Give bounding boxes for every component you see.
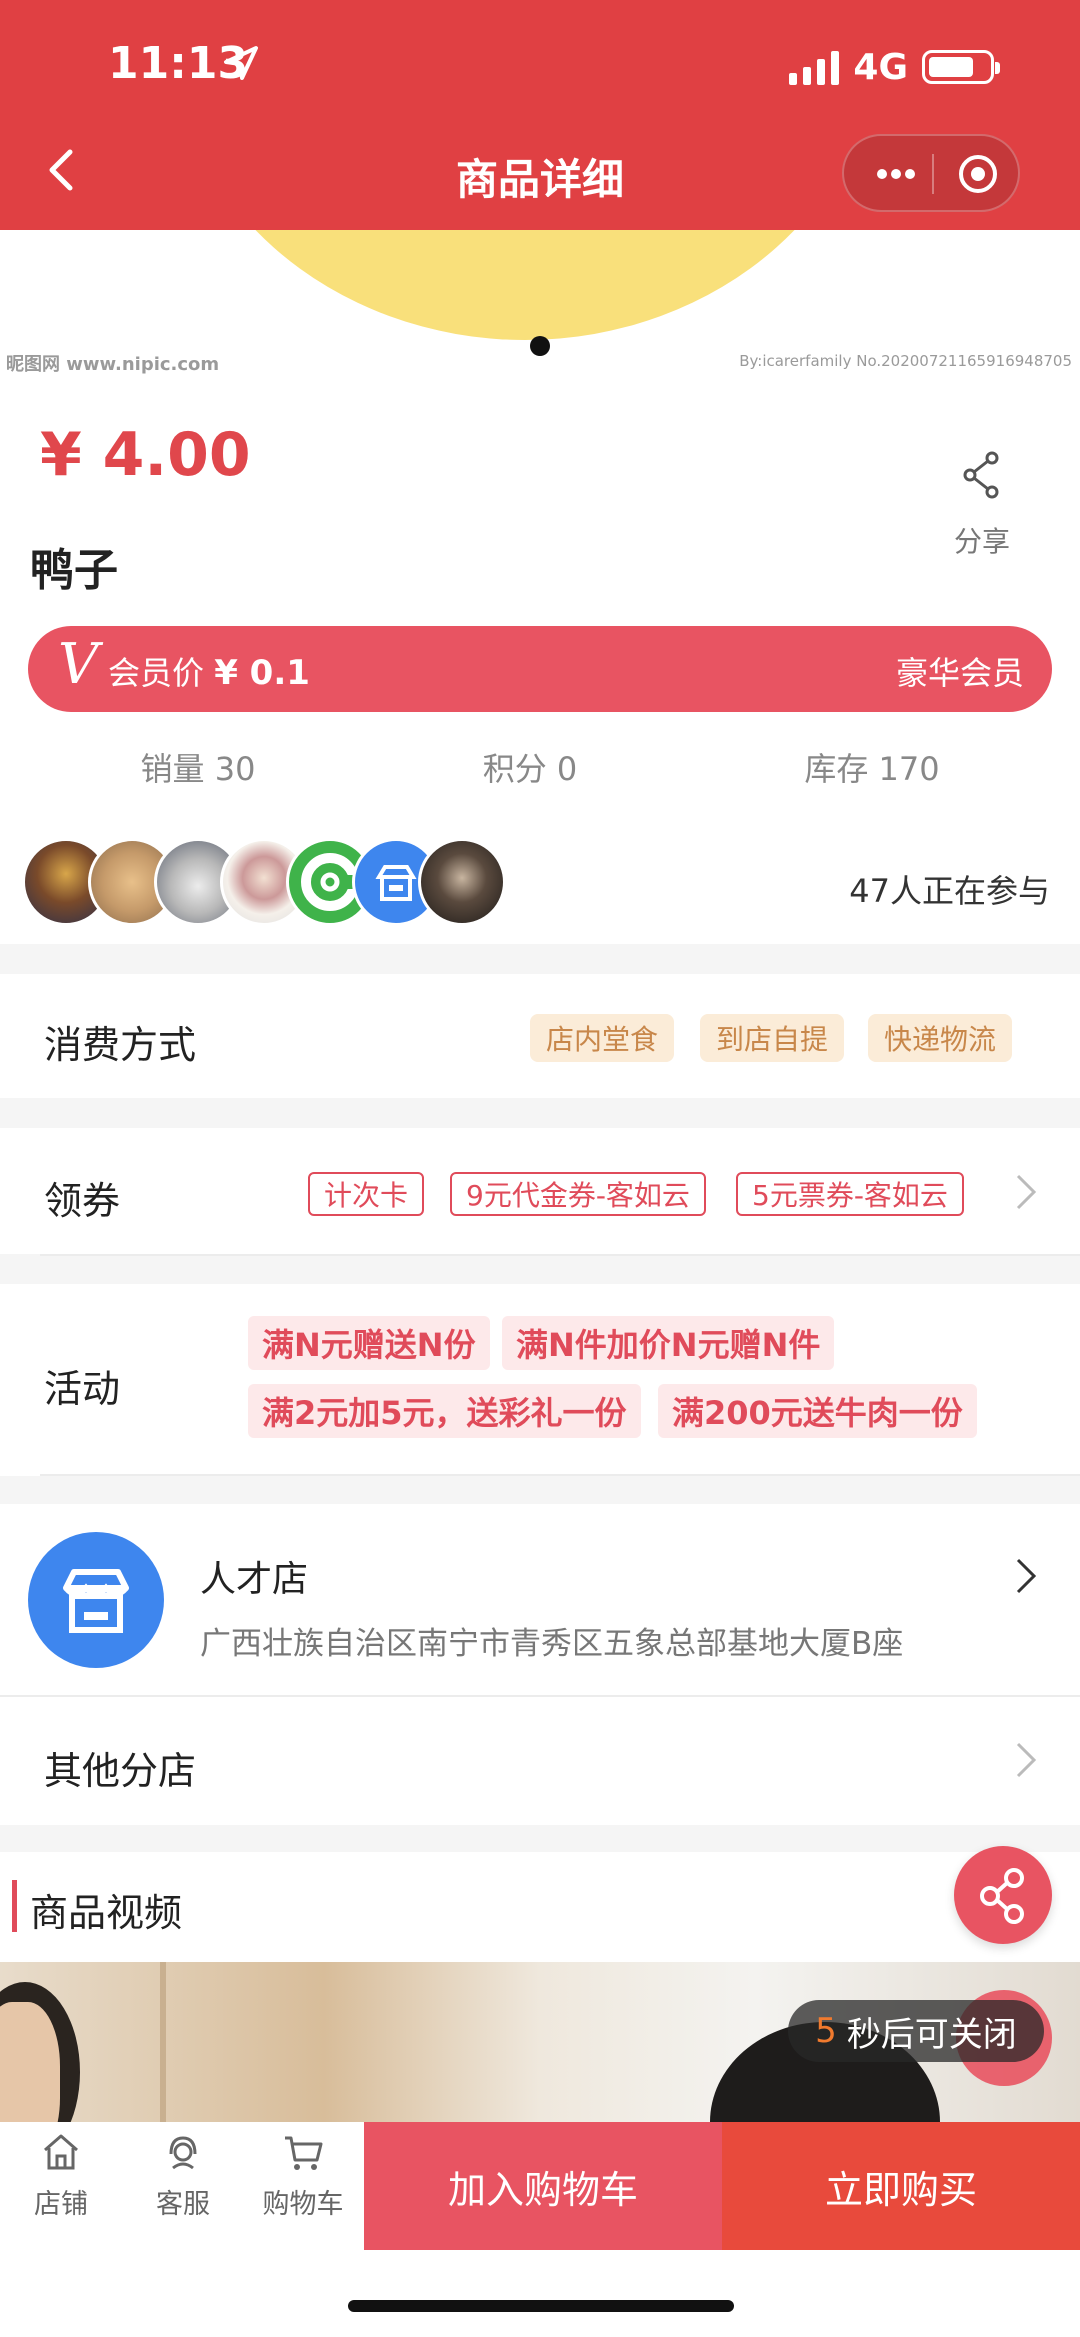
cart-icon [285, 2136, 323, 2170]
chevron-right-icon[interactable] [1012, 1740, 1040, 1780]
product-image-shape [170, 230, 880, 340]
avatar [418, 838, 506, 926]
share-label[interactable]: 分享 [944, 520, 1020, 560]
video-title: 商品视频 [30, 1891, 183, 1935]
activity-tag: 满2元加5元，送彩礼一份 [248, 1384, 641, 1438]
points-count: 积分 0 [482, 750, 578, 788]
home-indicator-area [0, 2250, 1080, 2337]
participant-avatars [22, 838, 506, 928]
buy-now-button[interactable]: 立即购买 [722, 2122, 1080, 2250]
chevron-right-icon[interactable] [1012, 1556, 1040, 1596]
watermark-left: 昵图网 www.nipic.com [6, 354, 220, 375]
sales-count: 销量 30 [140, 750, 256, 788]
stock-count: 库存 170 [804, 750, 940, 788]
activity-label: 活动 [44, 1367, 121, 1411]
vip-icon: V [58, 632, 99, 697]
battery-icon [922, 50, 1000, 84]
countdown-text: 秒后可关闭 [846, 2014, 1017, 2055]
tab-label: 购物车 [262, 2189, 344, 2220]
countdown-seconds: 5 [815, 2011, 837, 2051]
location-arrow-icon [222, 44, 262, 88]
participants-count: 47人正在参与 [849, 872, 1050, 910]
tab-label: 店铺 [34, 2189, 88, 2220]
tab-cart[interactable]: 购物车 [248, 2130, 358, 2221]
divider [40, 1474, 1080, 1476]
home-indicator[interactable] [348, 2300, 734, 2312]
video-frame-shape [160, 1962, 166, 2122]
activity-tag: 满200元送牛肉一份 [658, 1384, 977, 1438]
share-icon[interactable] [960, 450, 1004, 500]
consume-tag: 到店自提 [700, 1014, 845, 1062]
divider [40, 1254, 1080, 1256]
store-address: 广西壮族自治区南宁市青秀区五象总部基地大厦B座 [200, 1626, 904, 1662]
coupon-tag[interactable]: 5元票券-客如云 [736, 1172, 964, 1216]
chevron-right-icon[interactable] [1012, 1172, 1040, 1212]
activity-tag: 满N元赠送N份 [248, 1316, 490, 1370]
product-name: 鸭子 [30, 545, 118, 596]
status-indicators: 4G [789, 42, 1000, 92]
product-image[interactable]: 昵图网 www.nipic.com By:icarerfamily No.202… [0, 230, 1080, 382]
consume-tag: 快递物流 [868, 1014, 1013, 1062]
tab-shop[interactable]: 店铺 [6, 2130, 116, 2221]
store-name: 人才店 [200, 1559, 309, 1600]
coupon-label: 领券 [44, 1179, 121, 1223]
section-marker [12, 1880, 17, 1932]
signal-icon [789, 49, 840, 85]
customer-service-icon [169, 2136, 197, 2170]
mini-program-capsule [842, 134, 1020, 212]
other-branches-label: 其他分店 [44, 1749, 197, 1793]
floating-share-button[interactable] [954, 1846, 1052, 1944]
more-icon[interactable] [876, 156, 916, 196]
member-price-label: 会员价 [108, 654, 205, 692]
watermark-right: By:icarerfamily No.20200721165916948705 [739, 352, 1072, 370]
close-countdown[interactable]: 5 秒后可关闭 [788, 2000, 1044, 2062]
coupon-tag[interactable]: 9元代金券-客如云 [450, 1172, 706, 1216]
carousel-indicator[interactable] [530, 336, 550, 356]
consume-tag: 店内堂食 [530, 1014, 675, 1062]
consume-method-label: 消费方式 [44, 1023, 197, 1067]
network-type: 4G [853, 46, 908, 88]
tab-label: 客服 [156, 2189, 210, 2220]
tab-customer-service[interactable]: 客服 [128, 2130, 238, 2221]
shop-icon [44, 2134, 78, 2170]
activity-section [0, 1284, 1080, 1476]
close-target-icon[interactable] [956, 152, 1000, 200]
add-to-cart-button[interactable]: 加入购物车 [364, 2122, 722, 2250]
member-price: 会员价 ¥ 0.1 [108, 648, 310, 694]
activity-tag: 满N件加价N元赠N件 [502, 1316, 835, 1370]
member-price-value: ¥ 0.1 [214, 653, 310, 693]
member-level: 豪华会员 [895, 654, 1024, 692]
product-price: ¥ 4.00 [40, 420, 251, 490]
store-logo [28, 1532, 164, 1668]
coupon-tag[interactable]: 计次卡 [308, 1172, 425, 1216]
